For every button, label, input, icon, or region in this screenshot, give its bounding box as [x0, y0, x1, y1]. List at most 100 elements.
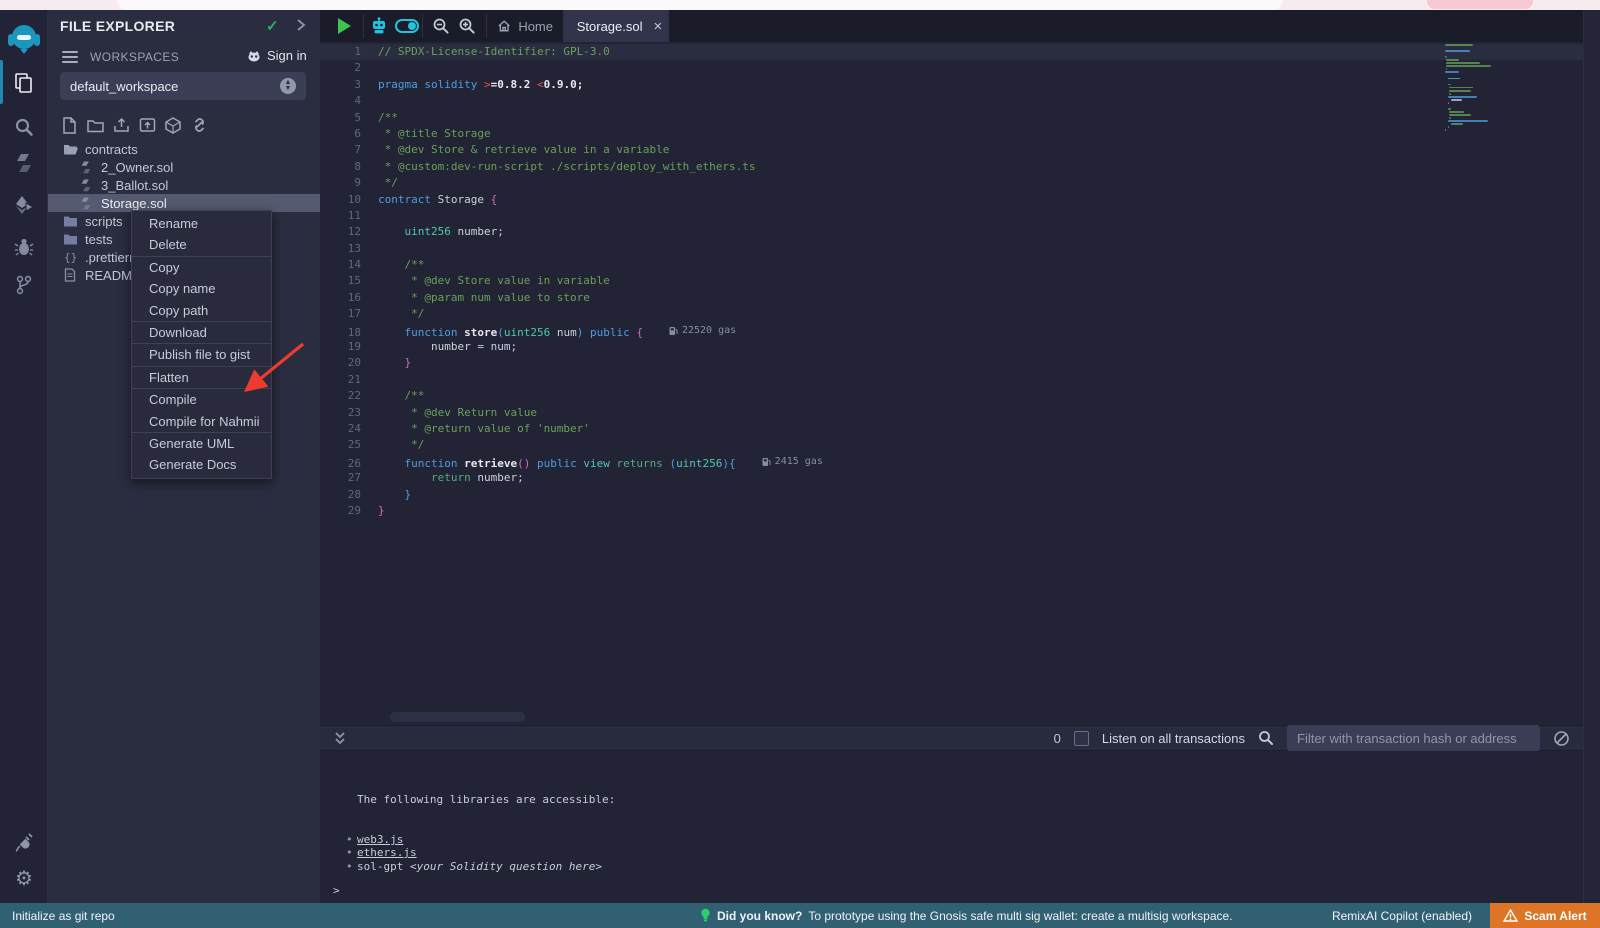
tree-item-3-ballot-sol[interactable]: 3_Ballot.sol — [48, 176, 320, 194]
code-editor[interactable]: 1// SPDX-License-Identifier: GPL-3.023pr… — [320, 42, 1600, 725]
editor-tabbar: Home Storage.sol × — [320, 10, 1600, 42]
new-file-icon[interactable] — [60, 116, 78, 134]
tree-item-contracts[interactable]: contracts — [48, 140, 320, 158]
editor-region: Home Storage.sol × 1// SPDX-License-Iden… — [320, 10, 1600, 903]
code-line[interactable]: 14 /** — [320, 257, 1600, 273]
zoom-in-icon — [458, 17, 476, 35]
sidebar-item-plugin-manager[interactable] — [0, 826, 48, 860]
code-line[interactable]: 5/** — [320, 110, 1600, 126]
tab-home[interactable]: Home — [487, 10, 563, 42]
code-line[interactable]: 26 function retrieve() public view retur… — [320, 454, 1600, 470]
copilot-toggle[interactable] — [392, 10, 422, 42]
code-line[interactable]: 23 * @dev Return value — [320, 405, 1600, 421]
code-line[interactable]: 19 number = num; — [320, 339, 1600, 355]
code-line[interactable]: 9 */ — [320, 175, 1600, 191]
code-line[interactable]: 22 /** — [320, 388, 1600, 404]
sidebar-item-file-explorer[interactable] — [0, 66, 48, 100]
code-line[interactable]: 29} — [320, 503, 1600, 519]
code-line[interactable]: 2 — [320, 60, 1600, 76]
line-number: 29 — [320, 503, 378, 519]
file-context-menu: RenameDeleteCopyCopy nameCopy pathDownlo… — [131, 210, 272, 479]
sidebar-item-git[interactable] — [0, 268, 48, 302]
copilot-status[interactable]: RemixAI Copilot (enabled) — [1332, 909, 1472, 923]
code-line[interactable]: 13 — [320, 241, 1600, 257]
menu-item-flatten[interactable]: Flatten — [132, 367, 271, 388]
library-link[interactable]: ethers.js — [357, 846, 417, 859]
sidebar-item-search[interactable] — [0, 110, 48, 144]
panel-chevron-right-icon[interactable] — [294, 16, 308, 39]
transaction-filter-input[interactable] — [1287, 725, 1540, 751]
code-line[interactable]: 6 * @title Storage — [320, 126, 1600, 142]
code-line[interactable]: 12 uint256 number; — [320, 224, 1600, 240]
braces-icon: {} — [62, 251, 78, 263]
sidebar-item-debugger[interactable] — [0, 230, 48, 264]
terminal-search-icon[interactable] — [1258, 730, 1274, 746]
did-you-know: Did you know? To prototype using the Gno… — [700, 908, 1233, 923]
sidebar-item-settings[interactable]: ⚙ — [0, 862, 48, 896]
line-number: 4 — [320, 93, 378, 109]
sidebar-item-solidity-compiler[interactable] — [0, 146, 48, 180]
editor-minimap[interactable] — [1445, 44, 1507, 154]
sign-in-button[interactable]: Sign in — [246, 48, 307, 63]
code-line[interactable]: 20 } — [320, 355, 1600, 371]
link-icon[interactable] — [190, 116, 208, 134]
code-line[interactable]: 15 * @dev Store value in variable — [320, 273, 1600, 289]
clear-console-icon[interactable] — [1553, 730, 1570, 747]
new-folder-icon[interactable] — [86, 116, 104, 134]
line-number: 3 — [320, 77, 378, 93]
remix-logo[interactable] — [0, 22, 48, 56]
code-line[interactable]: 27 return number; — [320, 470, 1600, 486]
menu-item-rename[interactable]: Rename — [132, 213, 271, 234]
solidity-compiler-icon — [14, 153, 34, 173]
listen-all-transactions-checkbox[interactable] — [1074, 731, 1089, 746]
code-line[interactable]: 7 * @dev Store & retrieve value in a var… — [320, 142, 1600, 158]
menu-item-copy-name[interactable]: Copy name — [132, 278, 271, 299]
workspace-select[interactable]: default_workspace ▲▼ — [60, 72, 306, 100]
tree-item-2-owner-sol[interactable]: 2_Owner.sol — [48, 158, 320, 176]
library-link[interactable]: web3.js — [357, 833, 403, 846]
address-bar-remnant — [117, 0, 1283, 10]
menu-item-delete[interactable]: Delete — [132, 234, 271, 255]
code-line[interactable]: 25 */ — [320, 437, 1600, 453]
code-line[interactable]: 10contract Storage { — [320, 192, 1600, 208]
expand-terminal-icon[interactable] — [333, 731, 347, 746]
terminal-output[interactable]: The following libraries are accessible: … — [320, 751, 1600, 903]
menu-item-copy[interactable]: Copy — [132, 257, 271, 278]
code-line[interactable]: 17 */ — [320, 306, 1600, 322]
code-line[interactable]: 18 function store(uint256 num) public {2… — [320, 323, 1600, 339]
code-line[interactable]: 1// SPDX-License-Identifier: GPL-3.0 — [320, 44, 1600, 60]
workspaces-menu-icon[interactable] — [62, 51, 78, 63]
code-line[interactable]: 11 — [320, 208, 1600, 224]
init-git-repo-button[interactable]: Initialize as git repo — [12, 909, 115, 923]
code-line[interactable]: 4 — [320, 93, 1600, 109]
terminal-prompt[interactable]: > — [333, 884, 340, 897]
ai-assistant-button[interactable] — [368, 10, 390, 42]
code-line[interactable]: 16 * @param num value to store — [320, 290, 1600, 306]
upload-file-icon[interactable] — [112, 116, 130, 134]
zoom-out-icon — [432, 17, 450, 35]
menu-item-compile[interactable]: Compile — [132, 389, 271, 410]
scrollbar-gutter[interactable] — [1583, 10, 1600, 903]
code-line[interactable]: 24 * @return value of 'number' — [320, 421, 1600, 437]
menu-item-publish-file-to-gist[interactable]: Publish file to gist — [132, 344, 271, 365]
code-line[interactable]: 21 — [320, 372, 1600, 388]
tab-storage-sol[interactable]: Storage.sol × — [563, 10, 669, 42]
zoom-out-button[interactable] — [428, 10, 454, 42]
ipfs-cube-icon[interactable] — [164, 116, 182, 134]
run-script-button[interactable] — [330, 10, 358, 42]
terminal-intro: The following libraries are accessible: — [357, 793, 675, 806]
scam-alert-button[interactable]: Scam Alert — [1490, 903, 1600, 928]
code-line[interactable]: 3pragma solidity >=0.8.2 <0.9.0; — [320, 77, 1600, 93]
menu-item-generate-docs[interactable]: Generate Docs — [132, 454, 271, 475]
sidebar-item-deploy-and-run[interactable] — [0, 188, 48, 222]
menu-item-generate-uml[interactable]: Generate UML — [132, 433, 271, 454]
editor-hscrollbar[interactable] — [390, 712, 525, 722]
zoom-in-button[interactable] — [454, 10, 480, 42]
upload-folder-icon[interactable] — [138, 116, 156, 134]
menu-item-download[interactable]: Download — [132, 322, 271, 343]
tab-close-icon[interactable]: × — [654, 18, 663, 35]
menu-item-compile-for-nahmii[interactable]: Compile for Nahmii — [132, 411, 271, 432]
code-line[interactable]: 28 } — [320, 487, 1600, 503]
code-line[interactable]: 8 * @custom:dev-run-script ./scripts/dep… — [320, 159, 1600, 175]
menu-item-copy-path[interactable]: Copy path — [132, 300, 271, 321]
